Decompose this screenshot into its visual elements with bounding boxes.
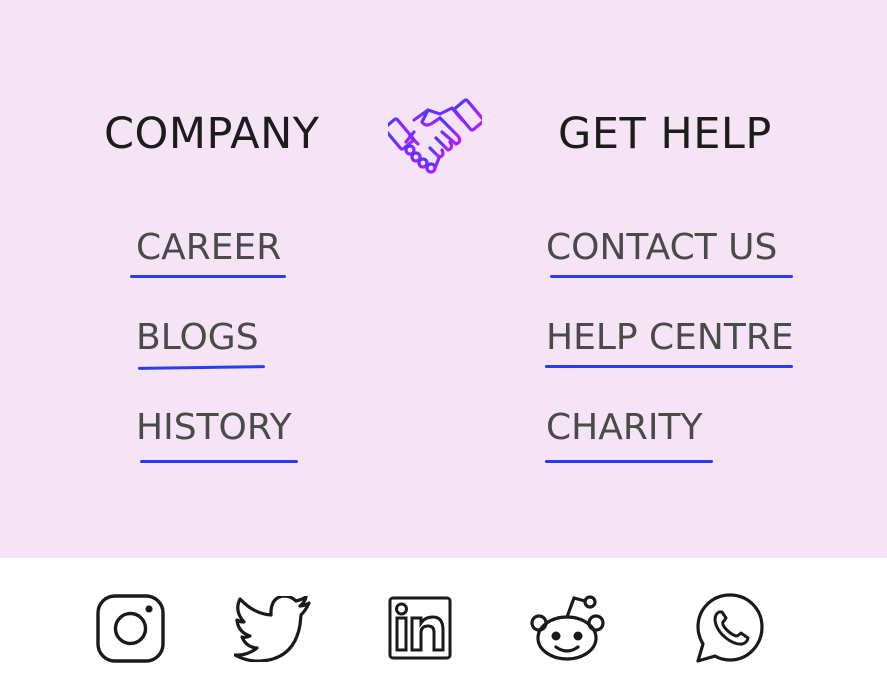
social-bar	[0, 558, 887, 697]
blogs-link[interactable]: BLOGS	[136, 316, 259, 360]
footer-links-section: COMPANY GET HELP CAREER BLOGS HISTORY CO…	[0, 0, 887, 558]
blogs-underline	[137, 365, 266, 370]
instagram-icon[interactable]	[96, 594, 166, 664]
charity-underline	[545, 460, 713, 463]
career-underline	[130, 275, 286, 278]
career-link[interactable]: CAREER	[136, 226, 281, 270]
handshake-icon	[388, 92, 482, 178]
help-centre-underline	[545, 365, 793, 368]
company-heading: COMPANY	[104, 109, 320, 159]
charity-link[interactable]: CHARITY	[546, 406, 702, 450]
whatsapp-icon[interactable]	[694, 592, 766, 664]
history-link[interactable]: HISTORY	[136, 406, 292, 450]
contact-us-link[interactable]: CONTACT US	[546, 226, 777, 270]
help-centre-link[interactable]: HELP CENTRE	[546, 316, 794, 360]
reddit-icon[interactable]	[530, 594, 606, 664]
history-underline	[140, 460, 298, 463]
linkedin-icon[interactable]	[388, 596, 452, 660]
contact-us-underline	[550, 275, 793, 278]
twitter-icon[interactable]	[234, 596, 312, 662]
get-help-heading: GET HELP	[558, 109, 772, 159]
